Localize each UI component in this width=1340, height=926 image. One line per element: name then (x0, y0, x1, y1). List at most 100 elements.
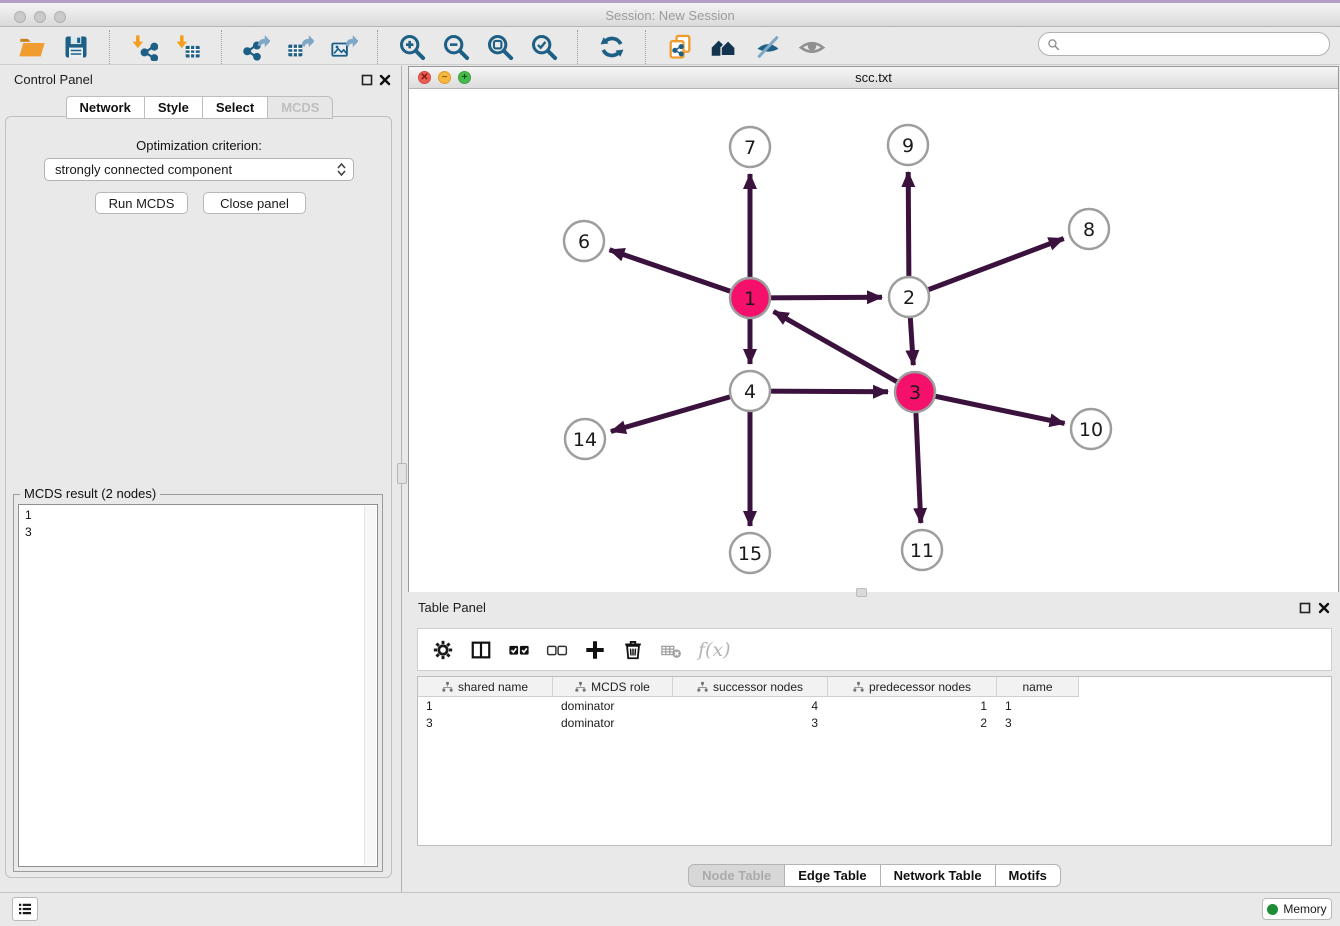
network-window-title: scc.txt (409, 70, 1338, 85)
column-tree-icon (853, 681, 864, 692)
gear-icon[interactable] (430, 637, 456, 663)
import-table-icon[interactable] (173, 32, 203, 62)
show-details-icon[interactable] (797, 32, 827, 62)
save-session-icon[interactable] (61, 32, 91, 62)
table-cell: 2 (828, 715, 997, 731)
search-input[interactable] (1065, 36, 1321, 53)
table-row[interactable]: 3dominator323 (418, 715, 1331, 731)
dropdown-stepper-icon (337, 163, 346, 176)
tab-network[interactable]: Network (66, 96, 145, 119)
node-2[interactable]: 2 (889, 277, 929, 317)
table-body: 1dominator4113dominator323 (418, 698, 1331, 731)
tab-network-table[interactable]: Network Table (880, 864, 996, 887)
node-11[interactable]: 11 (902, 530, 942, 570)
node-8[interactable]: 8 (1069, 209, 1109, 249)
horizontal-splitter-handle[interactable] (856, 588, 867, 597)
clone-network-icon[interactable] (665, 32, 695, 62)
table-header-row: shared name MCDS role successor nodes prede… (418, 677, 1079, 697)
table-panel-float-icon[interactable] (1299, 602, 1311, 614)
task-history-button[interactable] (12, 897, 38, 921)
column-header-successor-nodes[interactable]: successor nodes (673, 677, 828, 696)
tab-edge-table[interactable]: Edge Table (784, 864, 880, 887)
node-label: 15 (738, 543, 762, 565)
hide-details-icon[interactable] (753, 32, 783, 62)
edge-3-10[interactable] (915, 392, 1065, 423)
delete-table-icon[interactable] (658, 637, 684, 663)
search-box[interactable] (1038, 32, 1330, 56)
table-cell: 4 (673, 698, 828, 714)
edge-2-8[interactable] (909, 239, 1064, 298)
node-15[interactable]: 15 (730, 533, 770, 573)
node-label: 6 (578, 231, 590, 253)
tab-mcds[interactable]: MCDS (267, 96, 333, 119)
column-header-MCDS-role[interactable]: MCDS role (553, 677, 673, 696)
toolbar-separator (577, 30, 579, 64)
select-all-columns-icon[interactable] (506, 637, 532, 663)
home-first-neighbors-icon[interactable] (709, 32, 739, 62)
node-1[interactable]: 1 (730, 278, 770, 318)
zoom-fit-icon[interactable] (485, 32, 515, 62)
node-10[interactable]: 10 (1071, 409, 1111, 449)
table-cell: 1 (997, 698, 1079, 714)
criterion-dropdown[interactable]: strongly connected component (44, 158, 354, 181)
column-header-label: predecessor nodes (869, 680, 971, 694)
node-4[interactable]: 4 (730, 371, 770, 411)
tab-style[interactable]: Style (144, 96, 203, 119)
split-columns-icon[interactable] (468, 637, 494, 663)
export-table-icon[interactable] (285, 32, 315, 62)
run-mcds-button[interactable]: Run MCDS (95, 192, 188, 214)
toolbar-separator (645, 30, 647, 64)
export-network-icon[interactable] (241, 32, 271, 62)
node-14[interactable]: 14 (565, 419, 605, 459)
tab-select[interactable]: Select (202, 96, 268, 119)
column-header-name[interactable]: name (997, 677, 1079, 696)
status-bar: Memory (0, 892, 1340, 926)
node-label: 9 (902, 135, 914, 157)
mcds-result-text: 1 3 (19, 505, 377, 543)
control-panel-float-icon[interactable] (361, 74, 373, 86)
edge-3-1[interactable] (774, 311, 916, 392)
network-canvas[interactable]: 1 2 3 4 6 7 8 9 10 11 14 15 (409, 89, 1338, 592)
function-builder-icon[interactable]: f(x) (696, 637, 731, 663)
result-scrollbar[interactable] (364, 506, 376, 865)
deselect-all-columns-icon[interactable] (544, 637, 570, 663)
mcds-result-area[interactable]: 1 3 (18, 504, 378, 867)
table-tabs: Node TableEdge TableNetwork TableMotifs (408, 864, 1340, 887)
delete-column-icon[interactable] (620, 637, 646, 663)
zoom-selected-icon[interactable] (529, 32, 559, 62)
vertical-splitter-handle[interactable] (397, 463, 407, 484)
zoom-in-icon[interactable] (397, 32, 427, 62)
memory-button[interactable]: Memory (1262, 898, 1332, 920)
control-panel-close-icon[interactable] (379, 74, 391, 86)
network-window-titlebar[interactable]: ✕ − + scc.txt (409, 67, 1338, 89)
tab-node-table[interactable]: Node Table (688, 864, 785, 887)
zoom-out-icon[interactable] (441, 32, 471, 62)
node-6[interactable]: 6 (564, 221, 604, 261)
table-cell: 3 (418, 715, 553, 731)
import-network-icon[interactable] (129, 32, 159, 62)
toolbar-separator (377, 30, 379, 64)
open-session-icon[interactable] (17, 32, 47, 62)
optimization-criterion-label: Optimization criterion: (0, 138, 398, 153)
table-row[interactable]: 1dominator411 (418, 698, 1331, 714)
refresh-layout-icon[interactable] (597, 32, 627, 62)
edge-1-6[interactable] (610, 250, 751, 298)
column-header-label: MCDS role (591, 680, 650, 694)
node-table[interactable]: shared name MCDS role successor nodes prede… (417, 676, 1332, 846)
edge-4-14[interactable] (611, 391, 750, 432)
node-9[interactable]: 9 (888, 125, 928, 165)
table-panel-close-icon[interactable] (1318, 602, 1330, 614)
column-header-shared-name[interactable]: shared name (418, 677, 553, 696)
node-label: 11 (910, 540, 934, 562)
column-header-predecessor-nodes[interactable]: predecessor nodes (828, 677, 997, 696)
table-cell: 1 (828, 698, 997, 714)
node-3[interactable]: 3 (895, 372, 935, 412)
column-header-label: shared name (458, 680, 528, 694)
tab-motifs[interactable]: Motifs (995, 864, 1061, 887)
close-panel-button[interactable]: Close panel (203, 192, 306, 214)
export-image-icon[interactable] (329, 32, 359, 62)
column-header-label: name (1022, 680, 1052, 694)
table-cell: dominator (553, 698, 673, 714)
add-column-icon[interactable] (582, 637, 608, 663)
node-7[interactable]: 7 (730, 127, 770, 167)
